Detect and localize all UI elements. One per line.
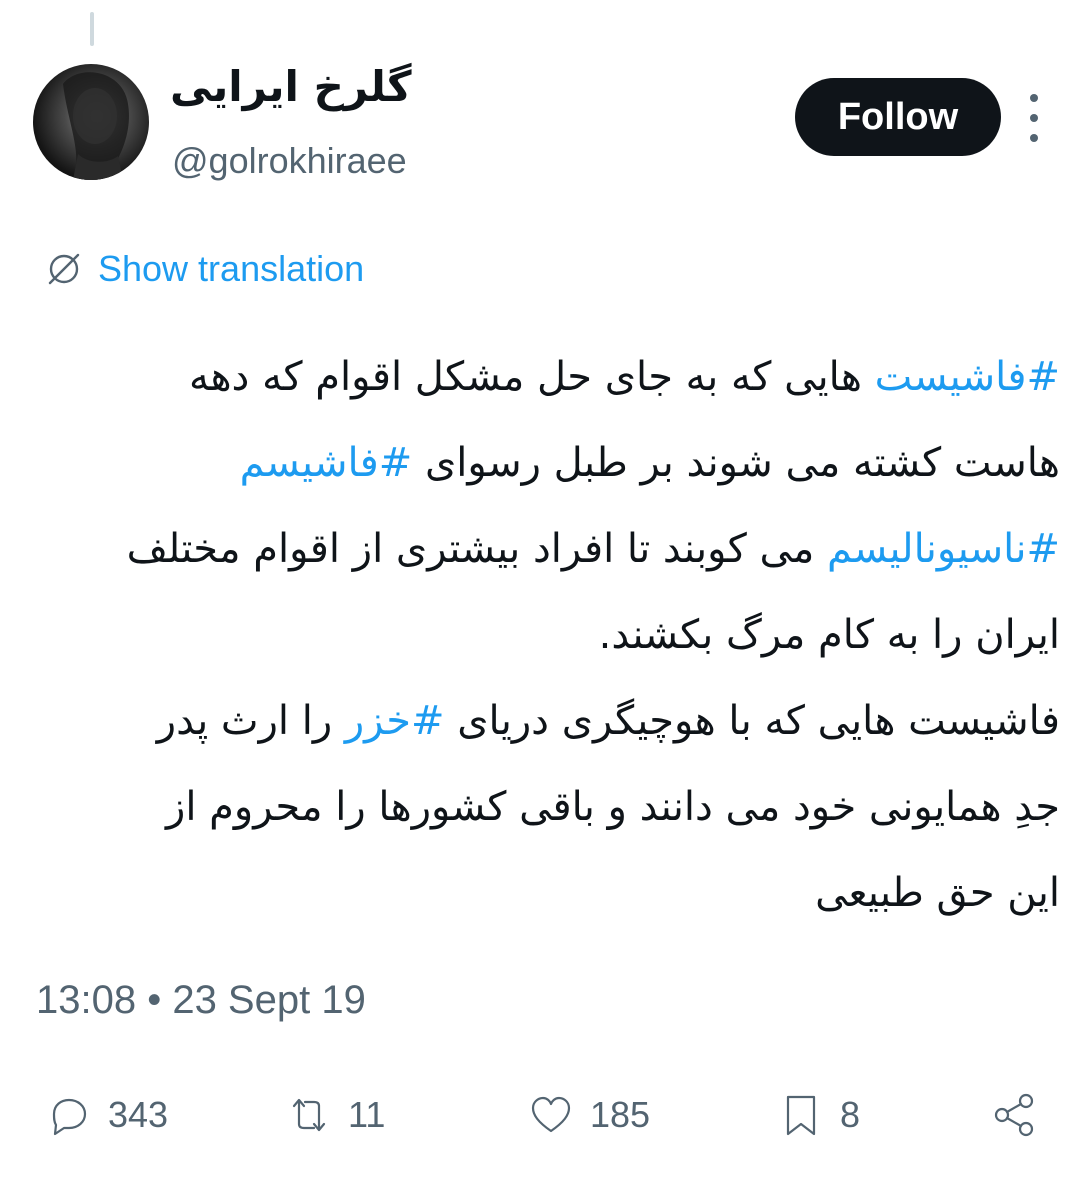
bookmark-icon [786, 1095, 816, 1136]
tweet-text-segment: فاشیست هایی که با هوچیگری دریای [444, 698, 1060, 744]
heart-icon [531, 1096, 571, 1133]
hashtag-link[interactable]: #فاشیسم [240, 440, 413, 486]
tweet-text-segment: می کوبند تا افراد بیشتری از اقوام مختلف [126, 526, 828, 572]
retweet-button[interactable]: 11 [284, 1080, 385, 1150]
tweet-text-line: جدِ همایونی خود می دانند و باقی کشورها ر… [30, 764, 1060, 850]
more-vertical-icon-dot [1030, 114, 1038, 122]
reply-count: 343 [108, 1094, 169, 1135]
share-button[interactable] [990, 1080, 1040, 1150]
reply-bubble-icon [52, 1098, 87, 1136]
avatar[interactable] [33, 64, 149, 180]
tweet-text-segment: ایران را به کام مرگ بکشند. [598, 612, 1060, 658]
hashtag-link[interactable]: #فاشیست [875, 354, 1060, 400]
like-count: 185 [590, 1094, 651, 1135]
share-icon [994, 1093, 1034, 1137]
hashtag-link[interactable]: #خزر [345, 698, 445, 744]
tweet-text-line: این حق طبیعی [30, 850, 1060, 936]
more-vertical-icon [1030, 94, 1038, 102]
like-button[interactable]: 185 [526, 1080, 650, 1150]
tweet-text-line: #ناسیونالیسم می کوبند تا افراد بیشتری از… [30, 506, 1060, 592]
tweet-text-segment: هایی که به جای حل مشکل اقوام که دهه [189, 354, 875, 400]
tweet-text-segment: جدِ همایونی خود می دانند و باقی کشورها ر… [166, 784, 1060, 830]
more-options-button[interactable] [1016, 94, 1052, 142]
tweet-text-line: هاست کشته می شوند بر طبل رسوای #فاشیسم [30, 420, 1060, 506]
tweet-text: #فاشیست هایی که به جای حل مشکل اقوام که … [30, 334, 1060, 936]
author-display-name[interactable]: گلرخ ایرایی [170, 62, 430, 111]
translate-globe-icon [48, 253, 80, 285]
follow-button[interactable]: Follow [795, 78, 1001, 156]
more-vertical-icon-dot [1030, 134, 1038, 142]
avatar-portrait-image [63, 72, 129, 180]
reply-button[interactable]: 343 [44, 1080, 168, 1150]
hashtag-link[interactable]: #ناسیونالیسم [827, 526, 1060, 572]
author-handle[interactable]: @golrokhiraee [172, 140, 407, 182]
divider [0, 1055, 1092, 1056]
tweet-text-line: #فاشیست هایی که به جای حل مشکل اقوام که … [30, 334, 1060, 420]
retweet-count: 11 [348, 1094, 386, 1135]
bookmark-count: 8 [840, 1094, 861, 1135]
tweet-header: گلرخ ایرایی @golrokhiraee Follow [0, 0, 1092, 200]
retweet-icon [292, 1098, 326, 1132]
tweet-text-line: فاشیست هایی که با هوچیگری دریای #خزر را … [30, 678, 1060, 764]
tweet-text-line: ایران را به کام مرگ بکشند. [30, 592, 1060, 678]
bookmark-button[interactable]: 8 [776, 1080, 860, 1150]
show-translation-link[interactable]: Show translation [44, 244, 364, 294]
tweet-text-segment: را ارث پدر [156, 698, 345, 744]
tweet-text-segment: این حق طبیعی [815, 870, 1060, 916]
show-translation-label: Show translation [98, 248, 365, 289]
tweet-actions-bar: 343 11 185 8 [0, 1080, 1092, 1150]
tweet-timestamp[interactable]: 13:08 • 23 Sept 19 [36, 978, 366, 1023]
tweet-text-segment: هاست کشته می شوند بر طبل رسوای [412, 440, 1060, 486]
